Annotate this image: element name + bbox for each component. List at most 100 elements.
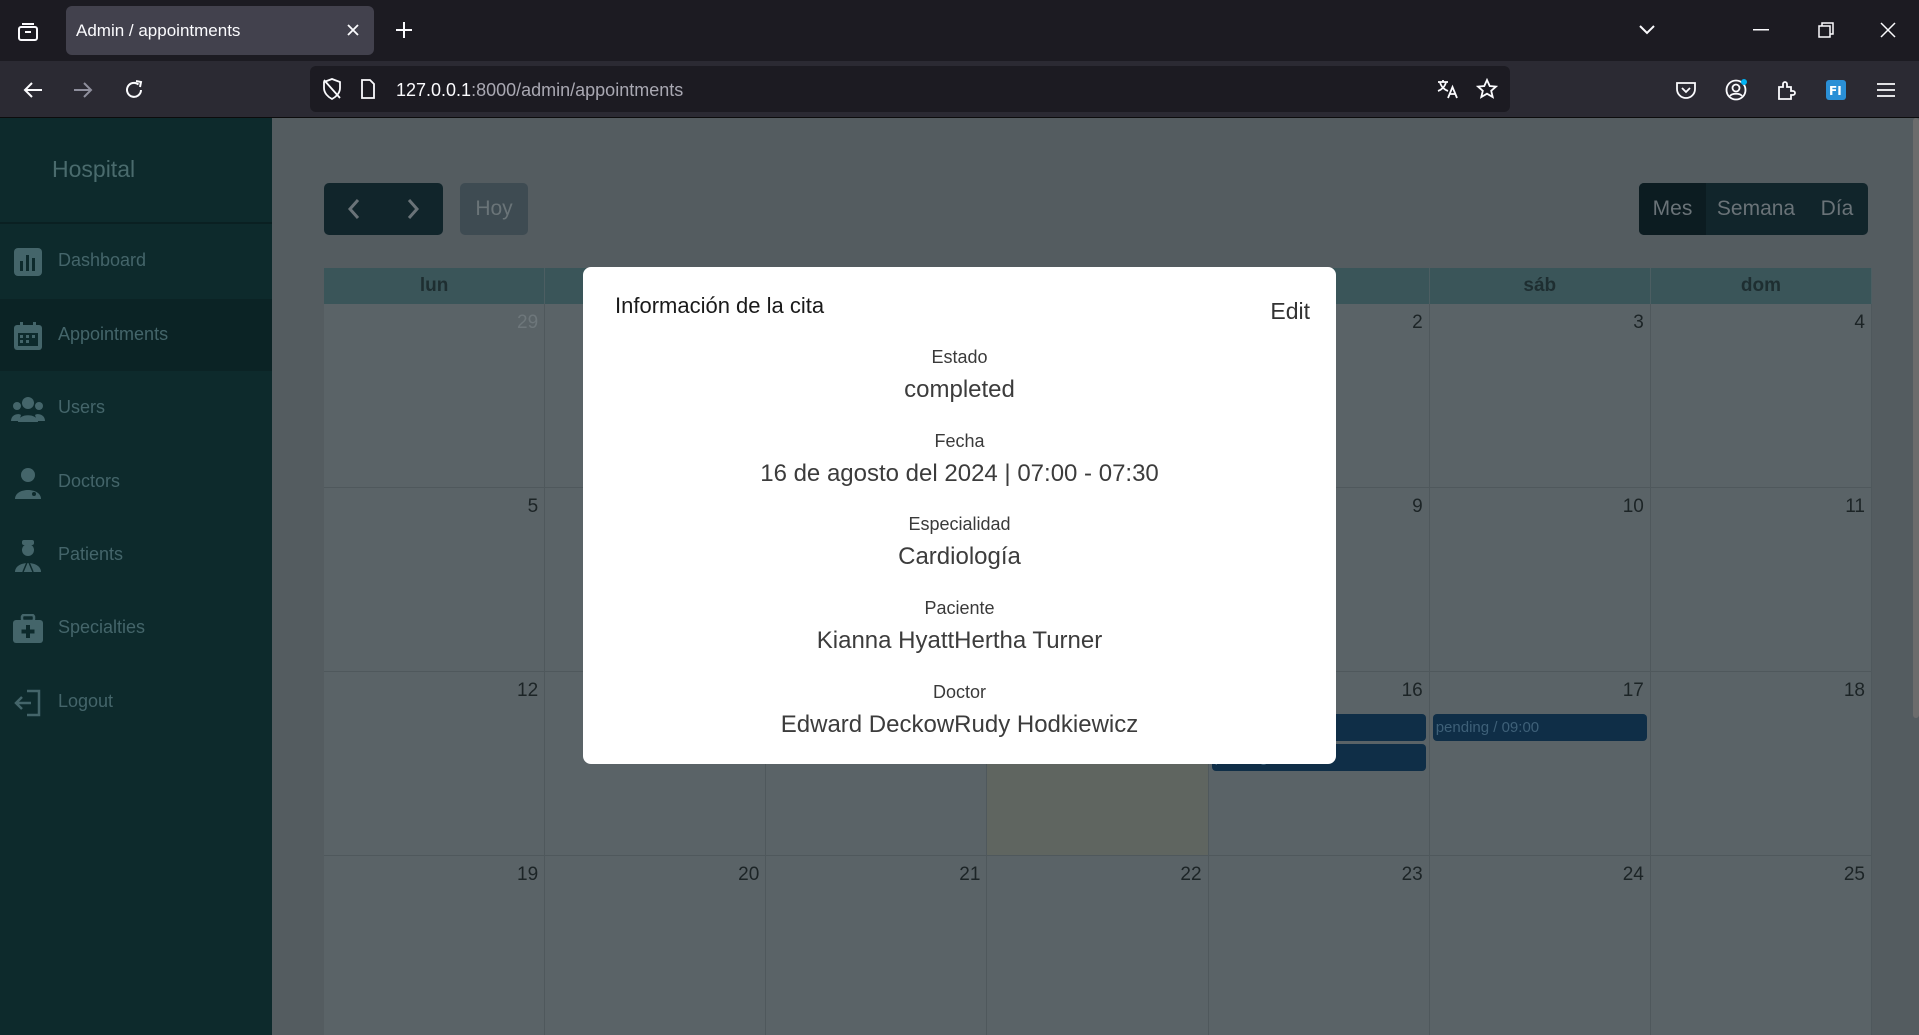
close-window-icon[interactable] [1870, 14, 1906, 46]
today-button[interactable]: Hoy [460, 183, 528, 235]
day-cell[interactable]: 17 pending / 09:00 [1429, 672, 1651, 856]
weekday-header: dom [1651, 268, 1872, 304]
prev-button[interactable] [324, 183, 383, 235]
day-cell[interactable]: 22 [987, 856, 1209, 1035]
svg-text:FI: FI [1829, 84, 1842, 98]
translate-icon[interactable] [1434, 75, 1462, 103]
day-number: 4 [1854, 312, 1865, 333]
day-cell[interactable]: 12 [324, 672, 546, 856]
sidebar-item-appointments[interactable]: Appointments [0, 299, 272, 371]
weekday-header: sáb [1430, 268, 1651, 304]
sidebar-item-label: Appointments [58, 324, 169, 344]
day-cell[interactable]: 5 [324, 488, 546, 672]
back-icon[interactable] [16, 73, 50, 107]
sidebar-item-dashboard[interactable]: Dashboard [0, 225, 272, 297]
calendar-icon [11, 319, 45, 353]
tracking-protection-icon[interactable] [318, 75, 346, 103]
tab-list-icon[interactable] [10, 14, 46, 50]
sidebar: Hospital Dashboard Appointments Users Do… [0, 118, 272, 1035]
chart-icon [11, 245, 45, 279]
day-cell[interactable]: 11 [1650, 488, 1872, 672]
menu-icon[interactable] [1869, 73, 1903, 107]
field-value: completed [904, 376, 1015, 403]
calendar-nav-group [324, 183, 443, 235]
day-number: 16 [1401, 680, 1423, 701]
day-number: 9 [1412, 496, 1423, 517]
day-cell[interactable]: 25 [1650, 856, 1872, 1035]
sidebar-item-specialties[interactable]: Specialties [0, 592, 272, 664]
day-cell[interactable]: 10 [1429, 488, 1651, 672]
day-cell[interactable]: 18 [1650, 672, 1872, 856]
logout-icon [11, 686, 45, 720]
field-status: Estado completed [583, 347, 1336, 404]
modal-title: Información de la cita [615, 293, 825, 318]
field-label: Estado [931, 347, 988, 367]
view-month-button[interactable]: Mes [1639, 183, 1706, 235]
day-number: 21 [959, 864, 981, 885]
patient-icon [11, 539, 45, 573]
list-all-tabs-icon[interactable] [1629, 14, 1665, 46]
day-number: 10 [1622, 496, 1644, 517]
day-cell[interactable]: 4 [1650, 304, 1872, 488]
url-bar[interactable]: 127.0.0.1:8000/admin/appointments [310, 66, 1510, 112]
sidebar-item-logout[interactable]: Logout [0, 666, 272, 738]
field-label: Paciente [924, 598, 995, 618]
day-number: 18 [1843, 680, 1865, 701]
view-week-button[interactable]: Semana [1706, 183, 1806, 235]
chevron-left-icon [347, 199, 359, 219]
calendar-event[interactable]: pending / 09:00 [1432, 714, 1647, 741]
view-switcher: Mes Semana Día [1639, 183, 1868, 235]
forward-icon[interactable] [66, 73, 100, 107]
view-day-button[interactable]: Día [1806, 183, 1868, 235]
day-cell[interactable]: 23 [1208, 856, 1430, 1035]
minimize-icon[interactable] [1743, 14, 1779, 46]
day-number: 3 [1633, 312, 1644, 333]
day-number: 19 [517, 864, 539, 885]
day-cell[interactable]: 19 [324, 856, 546, 1035]
account-icon[interactable] [1719, 73, 1753, 107]
extensions-icon[interactable] [1769, 73, 1803, 107]
sidebar-item-users[interactable]: Users [0, 372, 272, 444]
sidebar-item-label: Doctors [58, 471, 121, 491]
day-number: 23 [1401, 864, 1423, 885]
day-number: 17 [1622, 680, 1644, 701]
day-number: 12 [517, 680, 539, 701]
new-tab-icon[interactable] [388, 14, 420, 46]
next-button[interactable] [383, 183, 443, 235]
sidebar-item-label: Dashboard [58, 250, 147, 270]
day-cell[interactable]: 21 [766, 856, 988, 1035]
day-cell[interactable]: 29 [324, 304, 546, 488]
day-cell[interactable]: 24 [1429, 856, 1651, 1035]
appointment-info-modal: Información de la cita Edit Estado compl… [583, 267, 1336, 764]
brand-title[interactable]: Hospital [52, 156, 135, 183]
day-cell[interactable]: 20 [545, 856, 767, 1035]
field-label: Fecha [934, 431, 985, 451]
sidebar-item-doctors[interactable]: Doctors [0, 446, 272, 518]
close-tab-icon[interactable] [340, 17, 366, 43]
edit-link[interactable]: Edit [1270, 298, 1310, 325]
page-content: Hospital Dashboard Appointments Users Do… [0, 118, 1919, 1035]
sidebar-item-label: Users [58, 397, 106, 417]
day-number: 11 [1845, 496, 1865, 517]
browser-navbar: 127.0.0.1:8000/admin/appointments FI [0, 61, 1919, 118]
bookmark-star-icon[interactable] [1473, 75, 1501, 103]
weekday-header: lun [324, 268, 546, 304]
extension-fi-icon[interactable]: FI [1819, 73, 1853, 107]
field-value: 16 de agosto del 2024 | 07:00 - 07:30 [760, 460, 1159, 487]
browser-tab-active[interactable]: Admin / appointments [66, 6, 374, 55]
field-date: Fecha 16 de agosto del 2024 | 07:00 - 07… [583, 431, 1336, 488]
pocket-icon[interactable] [1669, 73, 1703, 107]
field-value: Cardiología [898, 543, 1021, 570]
sidebar-item-label: Logout [58, 691, 114, 711]
sidebar-item-patients[interactable]: Patients [0, 519, 272, 591]
restore-icon[interactable] [1808, 14, 1844, 46]
day-number: 25 [1843, 864, 1865, 885]
reload-icon[interactable] [117, 73, 151, 107]
day-cell[interactable]: 3 [1429, 304, 1651, 488]
day-number: 29 [517, 312, 539, 333]
page-scrollbar[interactable] [1913, 118, 1919, 718]
day-number: 24 [1622, 864, 1644, 885]
field-doctor: Doctor Edward DeckowRudy Hodkiewicz [583, 682, 1336, 739]
users-icon [11, 392, 45, 426]
page-info-icon[interactable] [354, 75, 382, 103]
